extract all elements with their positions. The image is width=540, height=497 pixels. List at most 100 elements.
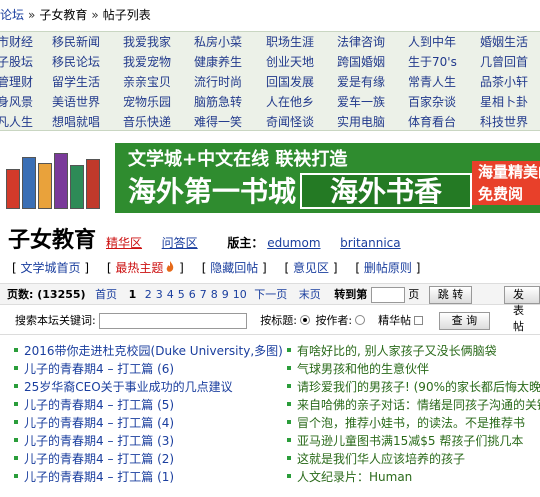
- category-link[interactable]: 留学生活: [52, 72, 100, 92]
- category-link[interactable]: 音乐快递: [123, 112, 171, 132]
- page-number-link[interactable]: 3: [156, 288, 163, 301]
- next-page-link[interactable]: 下一页: [254, 288, 287, 301]
- thread-title-link[interactable]: 25岁华裔CEO关于事业成功的几点建议: [24, 380, 233, 394]
- page-number-link[interactable]: 2: [145, 288, 152, 301]
- category-link[interactable]: 回国发展: [266, 72, 314, 92]
- category-link[interactable]: 人在他乡: [266, 92, 314, 112]
- thread-item: 有啥好比的, 别人家孩子又没长俩脑袋: [287, 342, 540, 360]
- category-link[interactable]: 子股坛: [0, 52, 33, 72]
- category-link[interactable]: 人到中年: [408, 32, 456, 52]
- thread-title-link[interactable]: 儿子的青春期4 – 打工篇 (5): [24, 398, 174, 412]
- breadcrumb-forum-link[interactable]: 论坛: [0, 8, 24, 22]
- breadcrumb-section-link[interactable]: 子女教育: [39, 8, 87, 22]
- category-link[interactable]: 法律咨询: [337, 32, 385, 52]
- category-link[interactable]: 百家杂谈: [408, 92, 456, 112]
- thread-title-link[interactable]: 请珍爱我们的男孩子! (90%的家长都后悔太晚: [297, 380, 540, 394]
- thread-item: 请珍爱我们的男孩子! (90%的家长都后悔太晚: [287, 378, 540, 396]
- hide-replies-link[interactable]: 隐藏回帖: [210, 261, 258, 275]
- thread-item: 人文纪录片：Human: [287, 468, 540, 486]
- bullet-icon: [14, 348, 18, 352]
- category-row: 身风景 美语世界 宠物乐园 脑筋急转 人在他乡 爱车一族 百家杂谈 星相卜卦: [0, 92, 540, 112]
- thread-title-link[interactable]: 气球男孩和他的生意伙伴: [297, 362, 429, 376]
- goto-button[interactable]: 跳 转: [428, 286, 473, 304]
- goto-label: 转到第: [334, 288, 368, 301]
- category-link[interactable]: 科技世界: [480, 112, 528, 132]
- category-link[interactable]: 凡人生: [0, 112, 33, 132]
- category-link[interactable]: 移民论坛: [52, 52, 100, 72]
- page-number-link[interactable]: 7: [200, 288, 207, 301]
- bullet-icon: [287, 420, 291, 424]
- last-page-link[interactable]: 末页: [299, 288, 321, 301]
- page-number-link[interactable]: 6: [189, 288, 196, 301]
- thread-title-link[interactable]: 人文纪录片：Human: [297, 470, 412, 484]
- goto-page-input[interactable]: [370, 287, 405, 303]
- category-link[interactable]: 宠物乐园: [123, 92, 171, 112]
- category-link[interactable]: 移民新闻: [52, 32, 100, 52]
- category-link[interactable]: 脑筋急转: [194, 92, 242, 112]
- thread-title-link[interactable]: 来自哈佛的亲子对话：情绪是同孩子沟通的关键: [297, 398, 540, 412]
- category-link[interactable]: 身风景: [0, 92, 33, 112]
- category-link[interactable]: 奇闻怪谈: [266, 112, 314, 132]
- category-link[interactable]: 亲亲宝贝: [123, 72, 171, 92]
- thread-title-link[interactable]: 2016带你走进杜克校园(Duke University,多图): [24, 344, 283, 358]
- category-row: 市财经 移民新闻 我爱我家 私房小菜 职场生涯 法律咨询 人到中年 婚姻生活: [0, 32, 540, 52]
- category-link[interactable]: 跨国婚姻: [337, 52, 385, 72]
- elite-area-link[interactable]: 精华区: [106, 236, 142, 250]
- qa-area-link[interactable]: 问答区: [162, 236, 198, 250]
- thread-title-link[interactable]: 儿子的青春期4 – 打工篇 (4): [24, 416, 174, 430]
- thread-title-link[interactable]: 儿子的青春期4 – 打工篇 (2): [24, 452, 174, 466]
- category-link[interactable]: 我爱宠物: [123, 52, 171, 72]
- category-link[interactable]: 实用电脑: [337, 112, 385, 132]
- category-link[interactable]: 婚姻生活: [480, 32, 528, 52]
- page-number-link[interactable]: 8: [211, 288, 218, 301]
- category-link[interactable]: 私房小菜: [194, 32, 242, 52]
- moderator-link-britannica[interactable]: britannica: [340, 236, 400, 250]
- search-by-title-radio[interactable]: [299, 315, 310, 325]
- category-link[interactable]: 市财经: [0, 32, 33, 52]
- category-link[interactable]: 我爱我家: [123, 32, 171, 52]
- thread-title-link[interactable]: 这就是我们华人应该培养的孩子: [297, 452, 465, 466]
- category-link[interactable]: 创业天地: [266, 52, 314, 72]
- first-page-link[interactable]: 首页: [95, 288, 117, 301]
- category-link[interactable]: 星相卜卦: [480, 92, 528, 112]
- moderator-link-edumom[interactable]: edumom: [267, 236, 320, 250]
- category-link[interactable]: 体育看台: [408, 112, 456, 132]
- thread-title-link[interactable]: 儿子的青春期4 – 打工篇 (1): [24, 470, 174, 484]
- hot-topics-link[interactable]: 最热主题: [115, 261, 163, 275]
- thread-title-link[interactable]: 冒个泡，推荐小娃书，的读法。不是推荐书: [297, 416, 525, 430]
- category-link[interactable]: 常青人生: [408, 72, 456, 92]
- page-number-link[interactable]: 4: [167, 288, 174, 301]
- flame-icon: [165, 260, 175, 272]
- feedback-area-link[interactable]: 意见区: [293, 261, 329, 275]
- query-button[interactable]: 查 询: [438, 312, 491, 330]
- elite-only-checkbox[interactable]: [414, 316, 424, 325]
- thread-title-link[interactable]: 儿子的青春期4 – 打工篇 (3): [24, 434, 174, 448]
- category-link[interactable]: 品茶小轩: [480, 72, 528, 92]
- category-link[interactable]: 管理财: [0, 72, 33, 92]
- category-link[interactable]: 健康养生: [194, 52, 242, 72]
- category-link[interactable]: 几曾回首: [480, 52, 528, 72]
- category-link[interactable]: 爱车一族: [337, 92, 385, 112]
- category-link[interactable]: 生于70's: [408, 52, 457, 72]
- bullet-icon: [14, 366, 18, 370]
- thread-title-link[interactable]: 亚马逊儿童图书满15减$5 帮孩子们挑几本: [297, 434, 523, 448]
- new-post-button[interactable]: 发表帖: [504, 286, 540, 333]
- ad-banner[interactable]: 文学城+中文在线 联袂打造 海外第一书城 海外书香 海量精美的 免费阅: [0, 143, 540, 213]
- category-link[interactable]: 爱是有缘: [337, 72, 385, 92]
- banner-slogan: 文学城+中文在线 联袂打造: [128, 149, 348, 170]
- category-link[interactable]: 难得一笑: [194, 112, 242, 132]
- search-by-author-radio[interactable]: [355, 315, 366, 325]
- search-keyword-input[interactable]: [99, 313, 248, 329]
- category-link[interactable]: 美语世界: [52, 92, 100, 112]
- bullet-icon: [287, 456, 291, 460]
- category-link[interactable]: 想唱就唱: [52, 112, 100, 132]
- home-link[interactable]: 文学城首页: [21, 261, 81, 275]
- category-link[interactable]: 流行时尚: [194, 72, 242, 92]
- page-number-link[interactable]: 5: [178, 288, 185, 301]
- page-number-link[interactable]: 10: [233, 288, 247, 301]
- category-link[interactable]: 职场生涯: [266, 32, 314, 52]
- thread-title-link[interactable]: 有啥好比的, 别人家孩子又没长俩脑袋: [297, 344, 497, 358]
- page-number-link[interactable]: 9: [222, 288, 229, 301]
- deletion-policy-link[interactable]: 删帖原则: [364, 261, 412, 275]
- thread-title-link[interactable]: 儿子的青春期4 – 打工篇 (6): [24, 362, 174, 376]
